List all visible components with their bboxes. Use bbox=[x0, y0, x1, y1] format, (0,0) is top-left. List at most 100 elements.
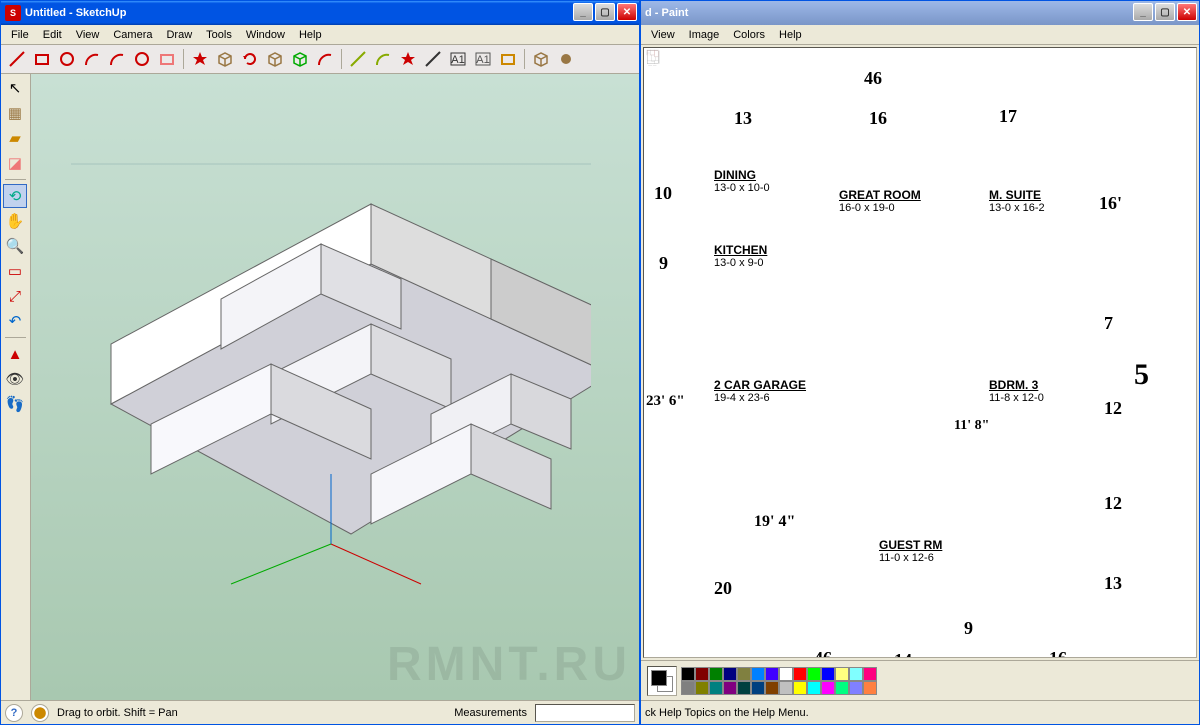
maximize-button[interactable]: ▢ bbox=[1155, 3, 1175, 21]
help-icon[interactable]: ? bbox=[5, 704, 23, 722]
palette-color[interactable] bbox=[723, 681, 737, 695]
minimize-button[interactable]: _ bbox=[1133, 3, 1153, 21]
svg-text:A1: A1 bbox=[451, 54, 464, 66]
close-button[interactable]: ✕ bbox=[1177, 3, 1197, 21]
menu-tools[interactable]: Tools bbox=[200, 27, 238, 43]
room-label: M. SUITE13-0 x 16-2 bbox=[989, 188, 1045, 214]
make-component-tool[interactable]: ▦ bbox=[3, 101, 27, 125]
palette-color[interactable] bbox=[807, 681, 821, 695]
circle-tool[interactable] bbox=[55, 47, 79, 71]
freehand-tool[interactable] bbox=[105, 47, 129, 71]
rectangle-tool[interactable] bbox=[30, 47, 54, 71]
eraser-tool[interactable] bbox=[155, 47, 179, 71]
palette-color[interactable] bbox=[709, 681, 723, 695]
polygon-tool[interactable] bbox=[130, 47, 154, 71]
palette-color[interactable] bbox=[695, 681, 709, 695]
menu-image[interactable]: Image bbox=[683, 27, 726, 43]
palette-color[interactable] bbox=[863, 681, 877, 695]
text-tool[interactable]: A1 bbox=[446, 47, 470, 71]
dimension-tool[interactable] bbox=[421, 47, 445, 71]
component-tool[interactable] bbox=[529, 47, 553, 71]
maximize-button[interactable]: ▢ bbox=[595, 3, 615, 21]
dimension-annotation: 20 bbox=[714, 578, 732, 599]
palette-color[interactable] bbox=[765, 667, 779, 681]
axes-tool[interactable] bbox=[396, 47, 420, 71]
sketchup-title: Untitled - SketchUp bbox=[25, 7, 126, 19]
menu-window[interactable]: Window bbox=[240, 27, 291, 43]
offset-tool[interactable] bbox=[313, 47, 337, 71]
palette-color[interactable] bbox=[779, 681, 793, 695]
dimension-annotation: 13 bbox=[1104, 573, 1122, 594]
eraser-tool[interactable]: ◪ bbox=[3, 151, 27, 175]
dimension-annotation: 23' 6" bbox=[646, 393, 685, 410]
room-label: DINING13-0 x 10-0 bbox=[714, 168, 770, 194]
palette-color[interactable] bbox=[793, 667, 807, 681]
palette-color[interactable] bbox=[751, 667, 765, 681]
rotate-tool[interactable] bbox=[238, 47, 262, 71]
paint-canvas[interactable]: DINING13-0 x 10-0GREAT ROOM16-0 x 19-0M.… bbox=[643, 47, 1197, 658]
followme-tool[interactable] bbox=[263, 47, 287, 71]
current-colors[interactable] bbox=[647, 666, 677, 696]
dimension-annotation: 12 bbox=[1104, 398, 1122, 419]
minimize-button[interactable]: _ bbox=[573, 3, 593, 21]
menu-edit[interactable]: Edit bbox=[37, 27, 68, 43]
menu-file[interactable]: File bbox=[5, 27, 35, 43]
palette-color[interactable] bbox=[863, 667, 877, 681]
menu-camera[interactable]: Camera bbox=[107, 27, 158, 43]
palette-color[interactable] bbox=[835, 681, 849, 695]
palette-color[interactable] bbox=[821, 667, 835, 681]
look-around-tool[interactable]: 👁 bbox=[3, 367, 27, 391]
menu-colors[interactable]: Colors bbox=[727, 27, 771, 43]
pan-tool[interactable]: ✋ bbox=[3, 209, 27, 233]
palette-color[interactable] bbox=[849, 681, 863, 695]
menu-view[interactable]: View bbox=[70, 27, 106, 43]
palette-color[interactable] bbox=[821, 681, 835, 695]
palette-color[interactable] bbox=[793, 681, 807, 695]
palette-color[interactable] bbox=[737, 667, 751, 681]
close-button[interactable]: ✕ bbox=[617, 3, 637, 21]
paint-tool[interactable] bbox=[554, 47, 578, 71]
previous-view-tool[interactable]: ↶ bbox=[3, 309, 27, 333]
dimension-annotation: 7 bbox=[1104, 313, 1113, 334]
measurements-field[interactable] bbox=[535, 704, 635, 722]
zoom-window-tool[interactable]: ▭ bbox=[3, 259, 27, 283]
palette-color[interactable] bbox=[779, 667, 793, 681]
sketchup-viewport[interactable]: RMNT.RU bbox=[31, 74, 639, 700]
protractor-tool[interactable] bbox=[371, 47, 395, 71]
menu-help[interactable]: Help bbox=[773, 27, 808, 43]
sketchup-titlebar[interactable]: S Untitled - SketchUp _ ▢ ✕ bbox=[1, 1, 639, 25]
palette-color[interactable] bbox=[835, 667, 849, 681]
menu-draw[interactable]: Draw bbox=[160, 27, 198, 43]
info-icon[interactable]: ⬤ bbox=[31, 704, 49, 722]
palette-color[interactable] bbox=[751, 681, 765, 695]
section-tool[interactable] bbox=[496, 47, 520, 71]
orbit-tool[interactable]: ⟲ bbox=[3, 184, 27, 208]
3dtext-tool[interactable]: A1 bbox=[471, 47, 495, 71]
paint-bucket-tool[interactable]: ▰ bbox=[3, 126, 27, 150]
position-camera-tool[interactable]: ▲ bbox=[3, 342, 27, 366]
tape-tool[interactable] bbox=[346, 47, 370, 71]
palette-color[interactable] bbox=[681, 667, 695, 681]
scale-tool[interactable] bbox=[288, 47, 312, 71]
select-tool[interactable]: ↖ bbox=[3, 76, 27, 100]
zoom-tool[interactable]: 🔍 bbox=[3, 234, 27, 258]
line-tool[interactable] bbox=[5, 47, 29, 71]
zoom-extents-tool[interactable]: ⤢ bbox=[3, 284, 27, 308]
palette-color[interactable] bbox=[709, 667, 723, 681]
palette-color[interactable] bbox=[681, 681, 695, 695]
menu-view[interactable]: View bbox=[645, 27, 681, 43]
palette-color[interactable] bbox=[695, 667, 709, 681]
dimension-annotation: 16 bbox=[869, 108, 887, 129]
palette-color[interactable] bbox=[807, 667, 821, 681]
paint-titlebar[interactable]: d - Paint _ ▢ ✕ bbox=[641, 1, 1199, 25]
room-label: BDRM. 311-8 x 12-0 bbox=[989, 378, 1044, 404]
arc-tool[interactable] bbox=[80, 47, 104, 71]
menu-help[interactable]: Help bbox=[293, 27, 328, 43]
pushpull-tool[interactable] bbox=[213, 47, 237, 71]
palette-color[interactable] bbox=[723, 667, 737, 681]
palette-color[interactable] bbox=[737, 681, 751, 695]
palette-color[interactable] bbox=[849, 667, 863, 681]
move-tool[interactable] bbox=[188, 47, 212, 71]
palette-color[interactable] bbox=[765, 681, 779, 695]
walk-tool[interactable]: 👣 bbox=[3, 392, 27, 416]
